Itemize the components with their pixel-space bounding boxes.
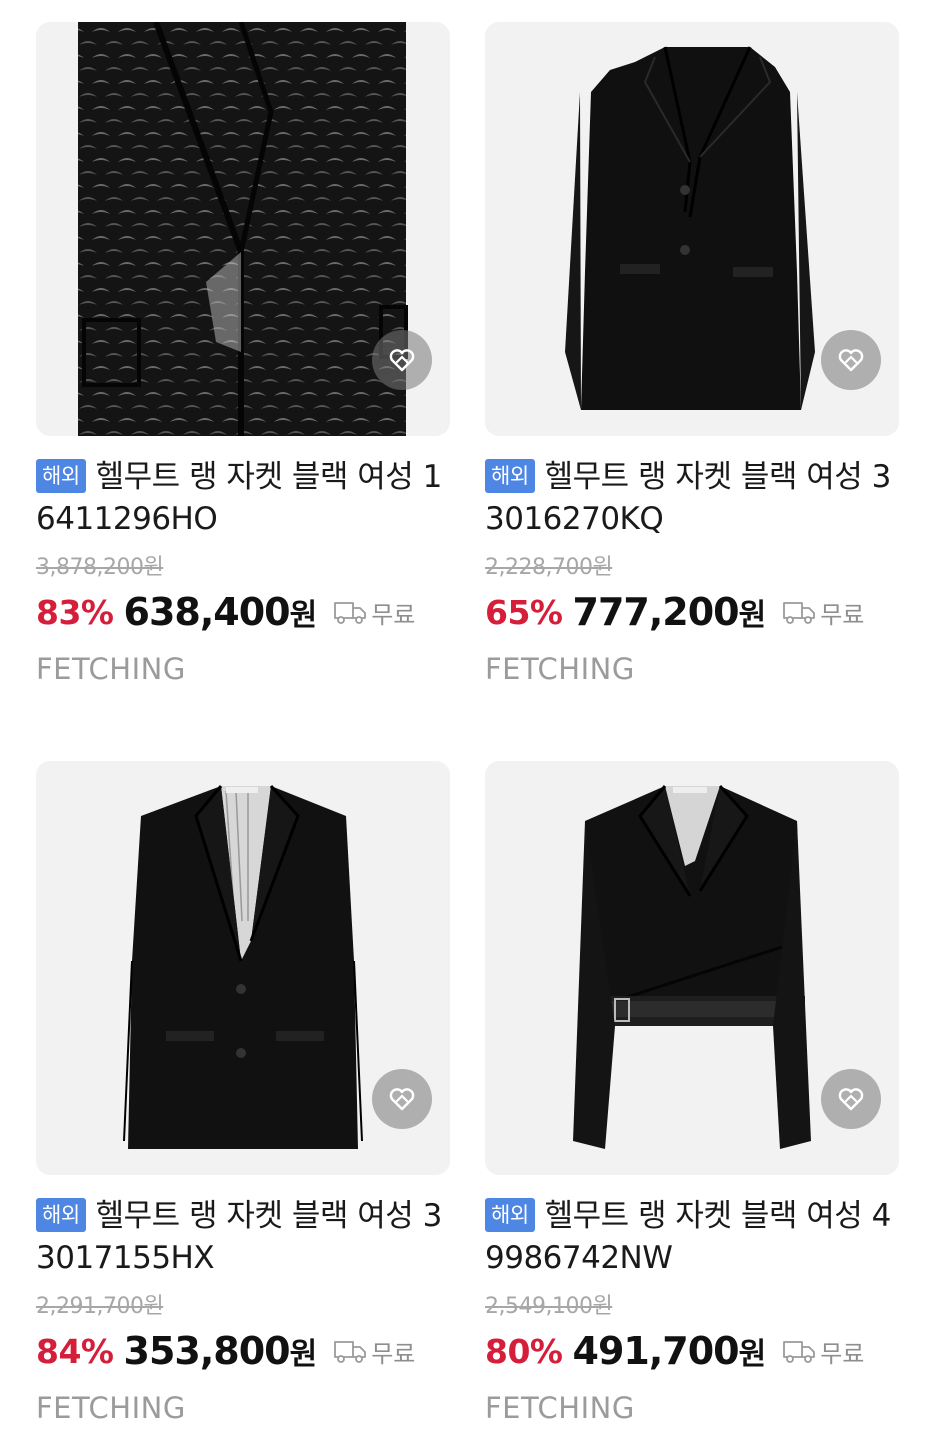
discount-rate: 83% [36,592,114,632]
product-grid: 해외 헬무트 랭 자켓 블랙 여성 16411296HO 3,878,200원 8… [0,0,933,1440]
product-title[interactable]: 해외 헬무트 랭 자켓 블랙 여성 33016270KQ [485,456,899,540]
sale-price: 777,200 [572,590,740,634]
truck-icon [334,1341,367,1363]
seller-name[interactable]: FETCHING [36,1391,450,1425]
sale-price: 353,800 [123,1329,291,1373]
truck-icon [334,602,367,624]
product-name: 헬무트 랭 자켓 블랙 여성 33016270KQ [485,459,891,537]
shipping-label: 무료 [820,1339,865,1368]
wishlist-button[interactable] [821,330,881,390]
overseas-badge: 해외 [36,459,86,493]
product-image[interactable] [485,761,899,1175]
shipping-label: 무료 [371,1339,416,1368]
product-card[interactable]: 해외 헬무트 랭 자켓 블랙 여성 49986742NW 2,549,100원 8… [485,761,899,1425]
product-name: 헬무트 랭 자켓 블랙 여성 33017155HX [36,1198,442,1276]
original-price: 3,878,200원 [36,555,164,580]
sale-price: 638,400 [123,590,291,634]
shipping-info: 무료 [333,595,415,630]
wishlist-button[interactable] [372,1069,432,1129]
original-price: 2,549,100원 [485,1294,613,1319]
product-card[interactable]: 해외 헬무트 랭 자켓 블랙 여성 33017155HX 2,291,700원 8… [36,761,450,1425]
product-title[interactable]: 해외 헬무트 랭 자켓 블랙 여성 33017155HX [36,1195,450,1279]
price-row: 83% 638,400 원 무료 [36,590,450,634]
discount-rate: 65% [485,592,563,632]
currency-unit: 원 [738,1337,767,1372]
heart-icon [838,1088,864,1111]
wishlist-button[interactable] [372,330,432,390]
overseas-badge: 해외 [485,1198,535,1232]
product-name: 헬무트 랭 자켓 블랙 여성 49986742NW [485,1198,891,1276]
seller-name[interactable]: FETCHING [485,652,899,686]
currency-unit: 원 [289,1337,318,1372]
seller-name[interactable]: FETCHING [485,1391,899,1425]
discount-rate: 84% [36,1331,114,1371]
price-row: 80% 491,700 원 무료 [485,1329,899,1373]
truck-icon [783,602,816,624]
seller-name[interactable]: FETCHING [36,652,450,686]
shipping-label: 무료 [371,600,416,629]
heart-icon [389,1088,415,1111]
product-card[interactable]: 해외 헬무트 랭 자켓 블랙 여성 33016270KQ 2,228,700원 6… [485,22,899,686]
wishlist-button[interactable] [821,1069,881,1129]
shipping-info: 무료 [333,1334,415,1369]
original-price: 2,291,700원 [36,1294,164,1319]
shipping-info: 무료 [782,1334,864,1369]
product-image[interactable] [36,761,450,1175]
original-price: 2,228,700원 [485,555,613,580]
currency-unit: 원 [738,598,767,633]
product-card[interactable]: 해외 헬무트 랭 자켓 블랙 여성 16411296HO 3,878,200원 8… [36,22,450,686]
product-title[interactable]: 해외 헬무트 랭 자켓 블랙 여성 49986742NW [485,1195,899,1279]
currency-unit: 원 [289,598,318,633]
heart-icon [838,349,864,372]
product-image[interactable] [485,22,899,436]
product-image[interactable] [36,22,450,436]
overseas-badge: 해외 [485,459,535,493]
heart-icon [389,349,415,372]
product-name: 헬무트 랭 자켓 블랙 여성 16411296HO [36,459,442,537]
product-title[interactable]: 해외 헬무트 랭 자켓 블랙 여성 16411296HO [36,456,450,540]
sale-price: 491,700 [572,1329,740,1373]
discount-rate: 80% [485,1331,563,1371]
price-row: 84% 353,800 원 무료 [36,1329,450,1373]
shipping-label: 무료 [820,600,865,629]
truck-icon [783,1341,816,1363]
overseas-badge: 해외 [36,1198,86,1232]
price-row: 65% 777,200 원 무료 [485,590,899,634]
shipping-info: 무료 [782,595,864,630]
